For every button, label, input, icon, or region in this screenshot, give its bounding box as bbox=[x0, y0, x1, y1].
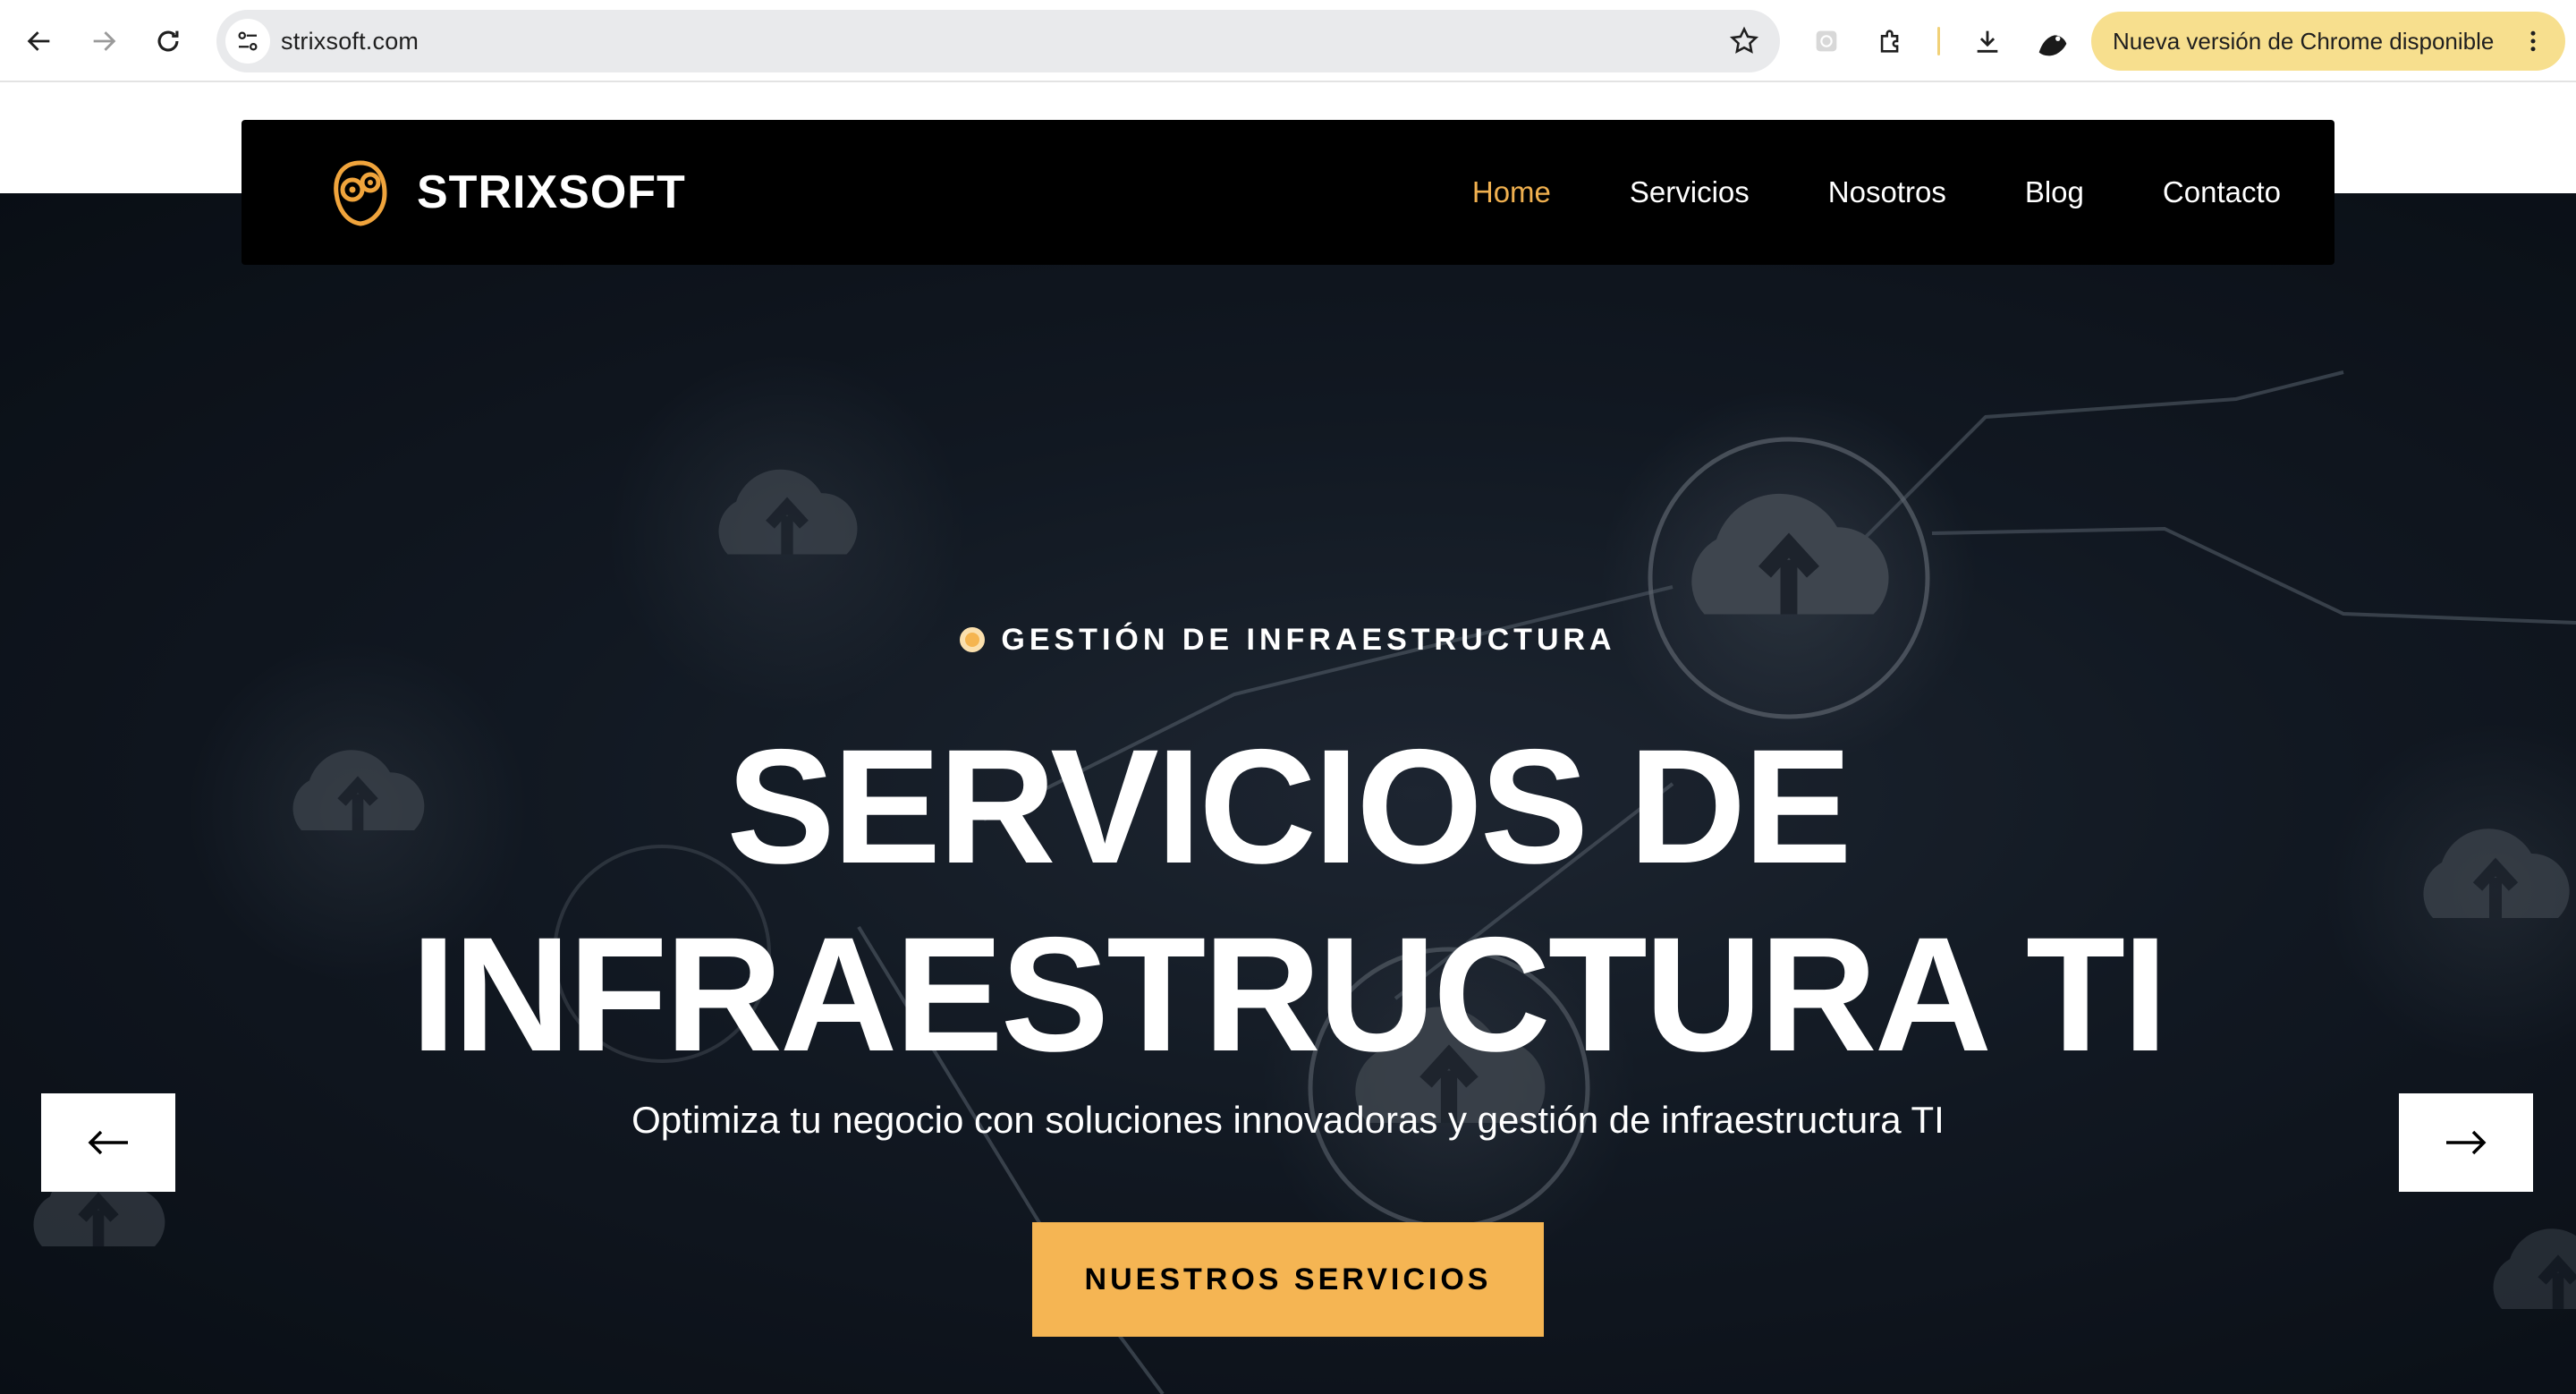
arrow-left-icon bbox=[88, 1130, 128, 1155]
reload-button[interactable] bbox=[147, 20, 190, 63]
hero-headline-line1: SERVICIOS DE bbox=[726, 715, 1852, 897]
chrome-update-button[interactable]: Nueva versión de Chrome disponible bbox=[2091, 12, 2565, 71]
browser-toolbar: strixsoft.com Nueva versión de Chrome di… bbox=[0, 0, 2576, 82]
tune-icon bbox=[238, 31, 258, 51]
more-vert-icon bbox=[2517, 25, 2549, 57]
bookmark-star-icon[interactable] bbox=[1728, 25, 1760, 57]
profile-avatar[interactable] bbox=[2032, 21, 2073, 63]
dot-icon bbox=[960, 627, 986, 652]
slider-next-button[interactable] bbox=[2399, 1093, 2533, 1192]
profile-avatar-icon bbox=[2033, 22, 2072, 62]
owl-logo-icon[interactable] bbox=[331, 157, 390, 227]
forward-button[interactable] bbox=[82, 20, 125, 63]
chrome-update-label: Nueva versión de Chrome disponible bbox=[2113, 28, 2495, 55]
services-cta-button[interactable]: NUESTROS SERVICIOS bbox=[1032, 1222, 1544, 1337]
hero-headline: SERVICIOS DE INFRAESTRUCTURA TI bbox=[0, 712, 2576, 1088]
hero-eyebrow-text: GESTIÓN DE INFRAESTRUCTURA bbox=[1001, 623, 1616, 657]
nav-servicios[interactable]: Servicios bbox=[1630, 175, 1750, 209]
nav-contacto[interactable]: Contacto bbox=[2163, 175, 2281, 209]
extensions-menu-button[interactable] bbox=[1869, 20, 1912, 63]
arrow-right-icon bbox=[2446, 1130, 2487, 1155]
extension-grid-icon bbox=[1816, 30, 1837, 52]
puzzle-icon bbox=[1880, 30, 1899, 53]
site-info-button[interactable] bbox=[225, 19, 270, 64]
arrow-back-icon bbox=[27, 31, 50, 51]
hero-eyebrow: GESTIÓN DE INFRAESTRUCTURA bbox=[0, 623, 2576, 658]
slider-prev-button[interactable] bbox=[41, 1093, 175, 1192]
toolbar-divider bbox=[1937, 27, 1940, 55]
download-icon bbox=[1977, 30, 1998, 53]
nav-blog[interactable]: Blog bbox=[2025, 175, 2084, 209]
url-text: strixsoft.com bbox=[281, 28, 419, 55]
back-button[interactable] bbox=[18, 20, 61, 63]
address-bar[interactable]: strixsoft.com bbox=[216, 10, 1780, 72]
main-nav: Home Servicios Nosotros Blog Contacto bbox=[1472, 120, 2281, 265]
nav-home[interactable]: Home bbox=[1472, 175, 1551, 209]
site-navbar: STRIXSOFT Home Servicios Nosotros Blog C… bbox=[242, 120, 2334, 265]
downloads-button[interactable] bbox=[1966, 20, 2009, 63]
arrow-forward-icon bbox=[93, 31, 116, 51]
hero-headline-line2: INFRAESTRUCTURA TI bbox=[411, 903, 2167, 1085]
extension-button[interactable] bbox=[1805, 20, 1848, 63]
brand-name[interactable]: STRIXSOFT bbox=[417, 120, 686, 265]
hero-section: GESTIÓN DE INFRAESTRUCTURA SERVICIOS DE … bbox=[0, 193, 2576, 1394]
reload-icon bbox=[157, 30, 179, 52]
hero-subtitle: Optimiza tu negocio con soluciones innov… bbox=[631, 1099, 1945, 1141]
nav-nosotros[interactable]: Nosotros bbox=[1828, 175, 1946, 209]
